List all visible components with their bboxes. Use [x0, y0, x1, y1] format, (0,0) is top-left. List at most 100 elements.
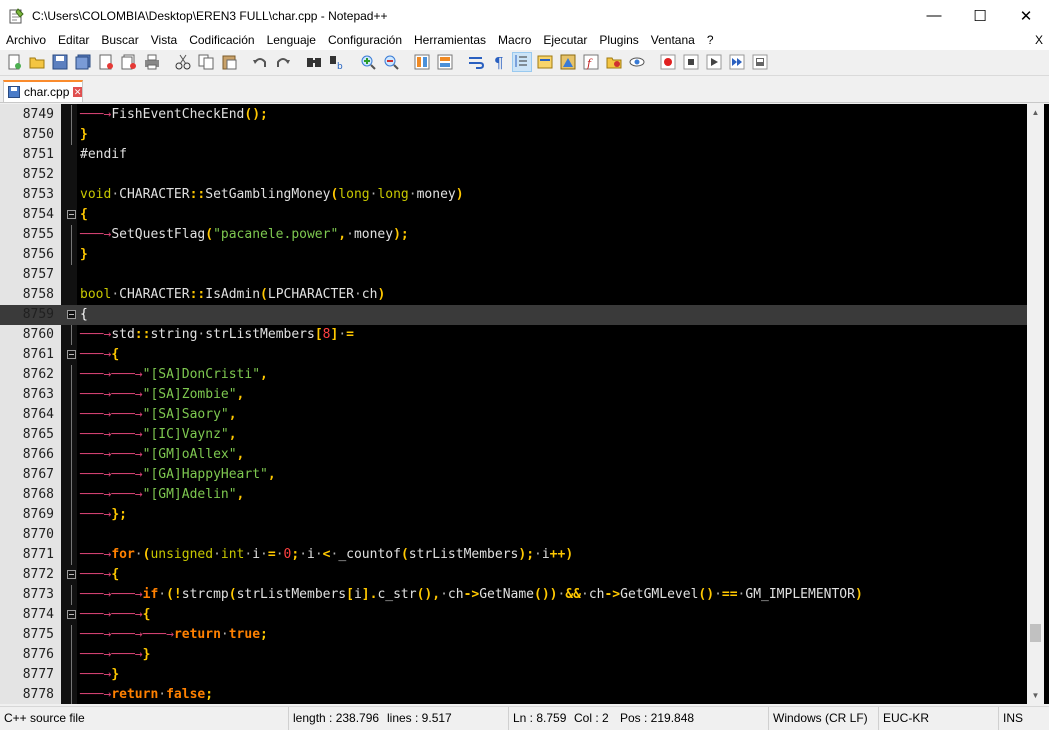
- user-lang-icon[interactable]: [537, 54, 553, 70]
- new-file-icon[interactable]: [6, 54, 22, 70]
- code-text: ───→}: [80, 667, 120, 682]
- find-icon[interactable]: [306, 54, 322, 70]
- code-line[interactable]: 8756}: [0, 245, 1027, 265]
- record-macro-icon[interactable]: [660, 54, 676, 70]
- menu-macro[interactable]: Macro: [492, 31, 537, 50]
- code-line[interactable]: 8754 {: [0, 205, 1027, 225]
- code-line[interactable]: 8752: [0, 165, 1027, 185]
- code-line[interactable]: 8774 ───→───→{: [0, 605, 1027, 625]
- code-line[interactable]: 8767 ───→───→"[GA]HappyHeart",: [0, 465, 1027, 485]
- menu-archivo[interactable]: Archivo: [0, 31, 52, 50]
- copy-icon[interactable]: [198, 54, 214, 70]
- code-line[interactable]: 8761 ───→{: [0, 345, 1027, 365]
- menu-herramientas[interactable]: Herramientas: [408, 31, 492, 50]
- save-all-icon[interactable]: [75, 54, 91, 70]
- code-line[interactable]: 8749 ───→FishEventCheckEnd();: [0, 105, 1027, 125]
- close-button[interactable]: ✕: [1003, 0, 1049, 31]
- close-all-icon[interactable]: [121, 54, 137, 70]
- cut-icon[interactable]: [175, 54, 191, 70]
- zoom-in-icon[interactable]: [360, 54, 376, 70]
- word-wrap-icon[interactable]: [468, 54, 485, 70]
- vertical-scrollbar[interactable]: ▲ ▼: [1027, 104, 1044, 704]
- fold-toggle-icon[interactable]: [67, 310, 76, 319]
- menu-lenguaje[interactable]: Lenguaje: [261, 31, 322, 50]
- menu-help[interactable]: ?: [701, 31, 720, 50]
- code-line[interactable]: 8753 void·CHARACTER::SetGamblingMoney(lon…: [0, 185, 1027, 205]
- play-macro-icon[interactable]: [706, 54, 722, 70]
- code-line[interactable]: 8778 ───→return·false;: [0, 685, 1027, 704]
- menu-ejecutar[interactable]: Ejecutar: [537, 31, 593, 50]
- code-line[interactable]: 8760 ───→std::string·strListMembers[8]·=: [0, 325, 1027, 345]
- code-line[interactable]: 8772 ───→{: [0, 565, 1027, 585]
- menu-plugins[interactable]: Plugins: [593, 31, 644, 50]
- fold-toggle-icon[interactable]: [67, 350, 76, 359]
- code-line[interactable]: 8758 bool·CHARACTER::IsAdmin(LPCHARACTER·…: [0, 285, 1027, 305]
- code-line[interactable]: 8775 ───→───→───→return·true;: [0, 625, 1027, 645]
- code-line[interactable]: 8769 ───→};: [0, 505, 1027, 525]
- status-eol[interactable]: Windows (CR LF): [768, 707, 868, 730]
- indent-guide-icon[interactable]: [512, 52, 532, 72]
- code-line[interactable]: 8750}: [0, 125, 1027, 145]
- fold-guide-line: [71, 505, 72, 525]
- tab-char-cpp[interactable]: char.cpp ✕: [3, 80, 83, 102]
- fold-guide-line: [71, 645, 72, 665]
- scroll-up-icon[interactable]: ▲: [1027, 104, 1044, 121]
- scroll-thumb[interactable]: [1030, 624, 1041, 642]
- scroll-down-icon[interactable]: ▼: [1027, 687, 1044, 704]
- code-editor[interactable]: 8749 ───→FishEventCheckEnd(); 8750} 8751 #en…: [0, 104, 1049, 704]
- code-line[interactable]: 8762 ───→───→"[SA]DonCristi",: [0, 365, 1027, 385]
- monitoring-eye-icon[interactable]: [629, 54, 645, 70]
- close-file-icon[interactable]: [98, 54, 114, 70]
- menu-ventana[interactable]: Ventana: [645, 31, 701, 50]
- minimize-button[interactable]: —: [911, 0, 957, 31]
- menu-editar[interactable]: Editar: [52, 31, 95, 50]
- code-line[interactable]: 8771 ───→for·(unsigned·int·i·=·0;·i·<·_co…: [0, 545, 1027, 565]
- code-line[interactable]: 8757: [0, 265, 1027, 285]
- code-text: ───→───→"[GM]Adelin",: [80, 487, 245, 502]
- sync-vertical-icon[interactable]: [414, 54, 430, 70]
- code-line[interactable]: 8768 ───→───→"[GM]Adelin",: [0, 485, 1027, 505]
- function-list-icon[interactable]: f: [583, 54, 599, 70]
- menu-configuracion[interactable]: Configuración: [322, 31, 408, 50]
- code-line[interactable]: 8766 ───→───→"[GM]oAllex",: [0, 445, 1027, 465]
- code-line[interactable]: 8765 ───→───→"[IC]Vaynz",: [0, 425, 1027, 445]
- fold-guide-line: [71, 665, 72, 685]
- open-folder-icon[interactable]: [29, 54, 45, 70]
- redo-icon[interactable]: [275, 54, 291, 70]
- code-line[interactable]: 8776 ───→───→}: [0, 645, 1027, 665]
- run-macro-multiple-icon[interactable]: [729, 54, 745, 70]
- save-icon[interactable]: [52, 54, 68, 70]
- code-line[interactable]: 8759 {: [0, 305, 1027, 325]
- menu-codificacion[interactable]: Codificación: [183, 31, 260, 50]
- fold-toggle-icon[interactable]: [67, 570, 76, 579]
- code-text: ───→std::string·strListMembers[8]·=: [80, 327, 354, 342]
- folder-workspace-icon[interactable]: [606, 54, 622, 70]
- status-encoding[interactable]: EUC-KR: [878, 707, 929, 730]
- code-line[interactable]: 8770: [0, 525, 1027, 545]
- print-icon[interactable]: [144, 54, 160, 70]
- code-line[interactable]: 8763 ───→───→"[SA]Zombie",: [0, 385, 1027, 405]
- save-macro-icon[interactable]: [752, 54, 768, 70]
- show-all-chars-icon[interactable]: ¶: [491, 54, 507, 72]
- document-map-icon[interactable]: [560, 54, 576, 70]
- paste-icon[interactable]: [221, 54, 237, 70]
- undo-icon[interactable]: [252, 54, 268, 70]
- zoom-out-icon[interactable]: [383, 54, 399, 70]
- line-number: 8750: [22, 127, 54, 142]
- replace-icon[interactable]: b: [329, 54, 345, 72]
- stop-macro-icon[interactable]: [683, 54, 699, 70]
- maximize-button[interactable]: ☐: [957, 0, 1003, 31]
- fold-toggle-icon[interactable]: [67, 210, 76, 219]
- code-line[interactable]: 8764 ───→───→"[SA]Saory",: [0, 405, 1027, 425]
- menu-vista[interactable]: Vista: [145, 31, 183, 50]
- status-insert-mode[interactable]: INS: [998, 707, 1023, 730]
- close-document-button[interactable]: X: [1035, 31, 1043, 50]
- menu-buscar[interactable]: Buscar: [95, 31, 144, 50]
- fold-toggle-icon[interactable]: [67, 610, 76, 619]
- sync-horizontal-icon[interactable]: [437, 54, 453, 70]
- code-line[interactable]: 8773 ───→───→if·(!strcmp(strListMembers[i…: [0, 585, 1027, 605]
- code-line[interactable]: 8777 ───→}: [0, 665, 1027, 685]
- code-line[interactable]: 8755 ───→SetQuestFlag("pacanele.power",·m…: [0, 225, 1027, 245]
- code-line[interactable]: 8751 #endif: [0, 145, 1027, 165]
- close-tab-icon[interactable]: ✕: [73, 87, 82, 97]
